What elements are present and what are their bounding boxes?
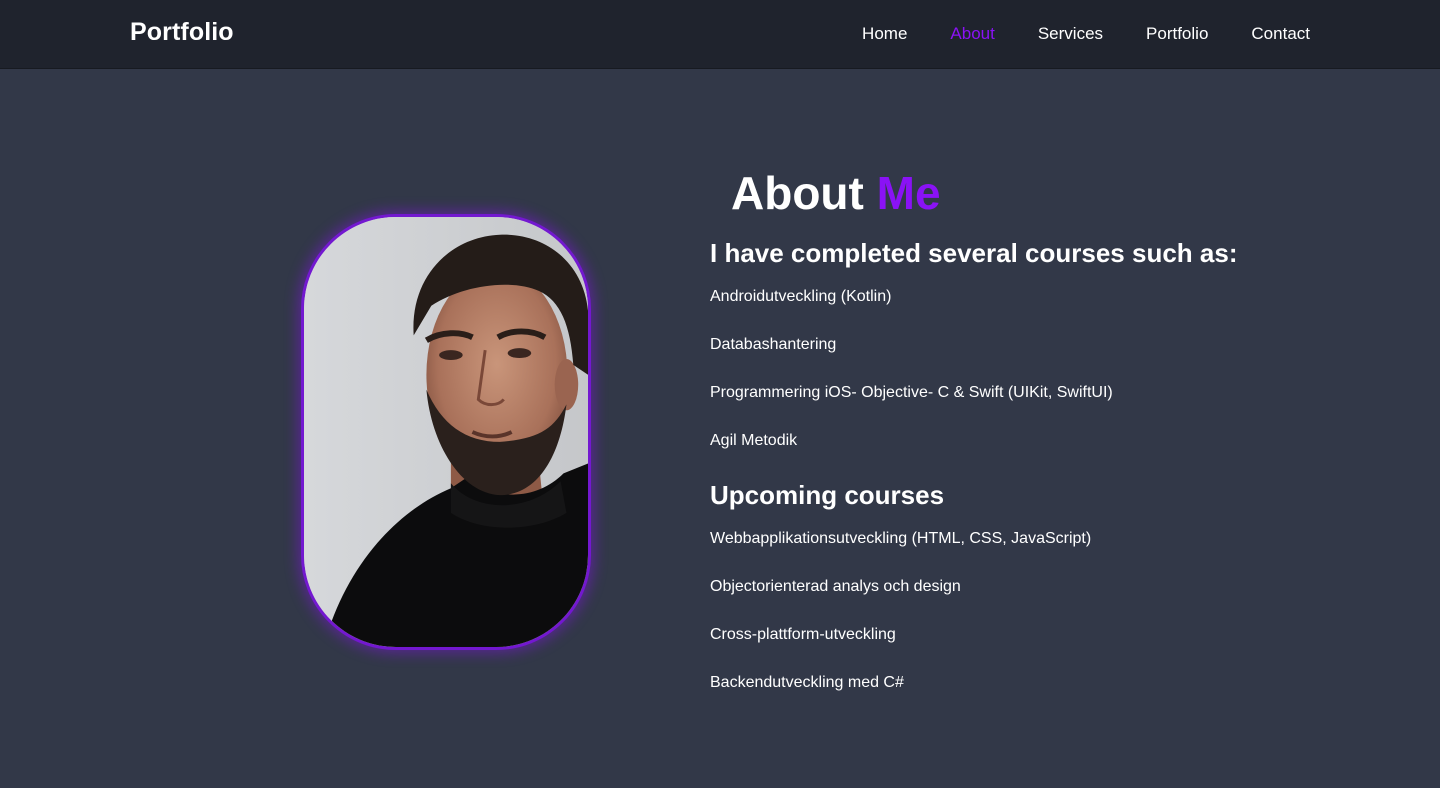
completed-course-item: Databashantering bbox=[710, 336, 837, 353]
nav-link-portfolio[interactable]: Portfolio bbox=[1146, 24, 1208, 43]
about-title: About Me bbox=[731, 166, 941, 220]
logo-link[interactable]: Portfolio bbox=[130, 18, 234, 47]
nav-link-home[interactable]: Home bbox=[862, 24, 907, 43]
upcoming-course-item: Objectorienterad analys och design bbox=[710, 578, 961, 595]
completed-course-item: Agil Metodik bbox=[710, 432, 798, 449]
nav-link-about[interactable]: About bbox=[950, 24, 994, 43]
upcoming-courses-heading: Upcoming courses bbox=[710, 480, 945, 510]
profile-portrait-illustration bbox=[304, 217, 588, 647]
completed-course-item: Androidutveckling (Kotlin) bbox=[710, 288, 892, 305]
nav-link-services[interactable]: Services bbox=[1038, 24, 1103, 43]
nav-links: Home About Services Portfolio Contact bbox=[862, 24, 1310, 44]
upcoming-course-item: Cross-plattform-utveckling bbox=[710, 626, 896, 643]
profile-photo bbox=[301, 214, 591, 650]
nav-link-contact[interactable]: Contact bbox=[1251, 24, 1310, 43]
about-title-prefix: About bbox=[731, 167, 864, 219]
completed-courses-heading: I have completed several courses such as… bbox=[710, 238, 1238, 268]
upcoming-course-item: Webbapplikationsutveckling (HTML, CSS, J… bbox=[710, 530, 1092, 547]
completed-course-item: Programmering iOS- Objective- C & Swift … bbox=[710, 384, 1113, 401]
about-title-accent: Me bbox=[876, 167, 941, 219]
navbar: Portfolio Home About Services Portfolio … bbox=[0, 0, 1440, 69]
upcoming-course-item: Backendutveckling med C# bbox=[710, 674, 904, 691]
